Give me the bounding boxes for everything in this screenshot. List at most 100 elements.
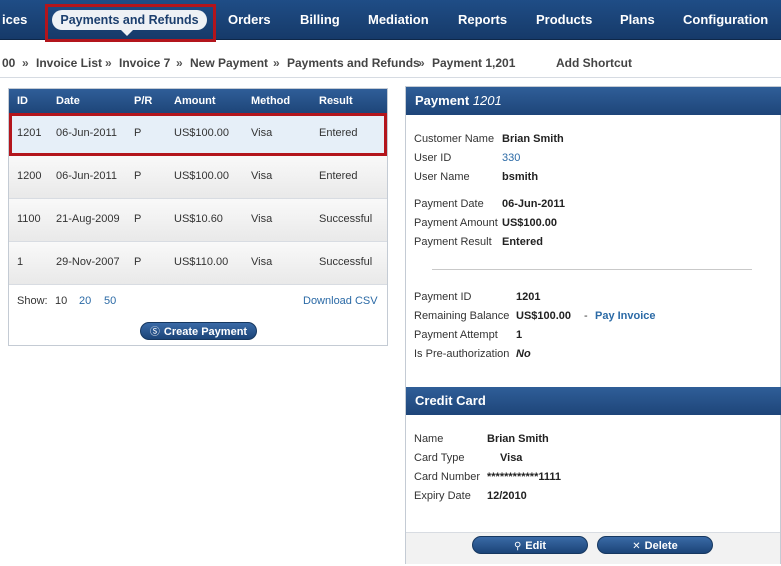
payment-attempt-row: Payment Attempt 1: [414, 329, 522, 341]
user-id-label: User ID: [414, 152, 452, 164]
card-type-value: Visa: [500, 452, 523, 464]
create-payment-button[interactable]: Ⓢ Create Payment: [140, 322, 257, 340]
breadcrumb-separator: »: [22, 56, 29, 70]
cell-amount: US$110.00: [174, 256, 229, 268]
payment-amount-row: Payment Amount US$100.00: [414, 217, 557, 229]
payment-id-value: 1201: [516, 291, 541, 303]
page-size-50[interactable]: 50: [104, 295, 116, 307]
nav-item-products[interactable]: Products: [536, 0, 592, 40]
user-name-row: User Name bsmith: [414, 171, 538, 183]
cell-method: Visa: [251, 213, 273, 225]
column-header-method[interactable]: Method: [251, 95, 290, 107]
payment-amount-value: US$100.00: [502, 217, 558, 229]
card-name-value: Brian Smith: [487, 433, 549, 445]
expiry-date-label: Expiry Date: [414, 490, 471, 502]
nav-item-billing[interactable]: Billing: [300, 0, 340, 40]
create-payment-label: Create Payment: [163, 326, 248, 338]
download-csv-link[interactable]: Download CSV: [303, 295, 378, 307]
column-header-id[interactable]: ID: [17, 95, 28, 107]
nav-item-configuration[interactable]: Configuration: [683, 0, 768, 40]
pre-authorization-label: Is Pre-authorization: [414, 348, 510, 360]
payment-date-row: Payment Date 06-Jun-2011: [414, 198, 565, 210]
nav-item-mediation[interactable]: Mediation: [368, 0, 429, 40]
payment-attempt-label: Payment Attempt: [414, 329, 498, 341]
payment-id-label: Payment ID: [414, 291, 472, 303]
section-divider: [432, 269, 752, 270]
cell-result: Entered: [319, 170, 358, 182]
expiry-date-row: Expiry Date 12/2010: [414, 490, 527, 502]
breadcrumb-item[interactable]: 00: [2, 56, 15, 70]
table-row[interactable]: 1100 21-Aug-2009 P US$10.60 Visa Success…: [9, 199, 387, 242]
user-id-row: User ID 330: [414, 152, 520, 164]
cell-result: Successful: [319, 256, 373, 268]
balance-separator: -: [584, 310, 588, 322]
cell-pr: P: [134, 170, 142, 182]
cell-amount: US$100.00: [174, 170, 230, 182]
nav-item-invoices[interactable]: ices: [2, 0, 27, 40]
payment-id-row: Payment ID 1201: [414, 291, 540, 303]
cell-pr: P: [134, 256, 142, 268]
breadcrumb-item-payments-and-refunds[interactable]: Payments and Refunds: [287, 56, 420, 70]
breadcrumb-item-new-payment[interactable]: New Payment: [190, 56, 268, 70]
edit-label: Edit: [525, 540, 547, 552]
payment-result-label: Payment Result: [414, 236, 492, 248]
expiry-date-value: 12/2010: [487, 490, 527, 502]
table-row[interactable]: 1 29-Nov-2007 P US$110.00 Visa Successfu…: [9, 242, 387, 285]
show-label: Show:: [17, 295, 48, 307]
credit-card-header: Credit Card: [406, 387, 781, 415]
magnifier-icon: ⚲: [513, 541, 522, 552]
payment-date-label: Payment Date: [414, 198, 484, 210]
payment-panel-title: Payment: [415, 93, 470, 108]
payment-panel-id: 1201: [472, 93, 502, 108]
breadcrumb-separator: »: [176, 56, 183, 70]
customer-name-row: Customer Name Brian Smith: [414, 133, 564, 145]
page-size-20[interactable]: 20: [79, 295, 91, 307]
card-name-label: Name: [414, 433, 444, 445]
card-type-row: Card Type Visa: [414, 452, 522, 464]
column-header-pr[interactable]: P/R: [134, 95, 152, 107]
table-row[interactable]: 1200 06-Jun-2011 P US$100.00 Visa Entere…: [9, 156, 387, 199]
pay-invoice-link[interactable]: Pay Invoice: [595, 310, 656, 322]
payment-details-panel: Payment 1201 Customer Name Brian Smith U…: [405, 86, 781, 564]
delete-button[interactable]: ✕ Delete: [597, 536, 713, 554]
card-name-row: Name Brian Smith: [414, 433, 549, 445]
action-bar: ⚲ Edit ✕ Delete: [406, 532, 780, 564]
remaining-balance-label: Remaining Balance: [414, 310, 510, 322]
user-name-label: User Name: [414, 171, 470, 183]
payment-date-value: 06-Jun-2011: [502, 198, 565, 210]
column-header-amount[interactable]: Amount: [174, 95, 216, 107]
nav-item-reports[interactable]: Reports: [458, 0, 507, 40]
nav-item-orders[interactable]: Orders: [228, 0, 271, 40]
breadcrumb-item-payment[interactable]: Payment 1,201: [432, 56, 515, 70]
breadcrumb-item-invoice-list[interactable]: Invoice List: [36, 56, 102, 70]
cell-pr: P: [134, 213, 142, 225]
column-header-result[interactable]: Result: [319, 95, 353, 107]
card-number-value: ************1111: [487, 471, 562, 483]
breadcrumb-item-invoice[interactable]: Invoice 7: [119, 56, 170, 70]
page-size-10[interactable]: 10: [55, 295, 67, 307]
pagination-bar: Show: 10 20 50 Download CSV: [9, 289, 387, 313]
card-type-label: Card Type: [414, 452, 465, 464]
column-header-date[interactable]: Date: [56, 95, 80, 107]
cell-result: Successful: [319, 213, 373, 225]
add-shortcut-link[interactable]: Add Shortcut: [556, 56, 632, 70]
payment-attempt-value: 1: [516, 329, 523, 341]
payment-result-row: Payment Result Entered: [414, 236, 543, 248]
remaining-balance-value: US$100.00: [516, 310, 572, 322]
breadcrumb-separator: »: [418, 56, 425, 70]
table-header: ID Date P/R Amount Method Result: [9, 89, 387, 113]
breadcrumb-separator: »: [273, 56, 280, 70]
edit-button[interactable]: ⚲ Edit: [472, 536, 588, 554]
nav-item-plans[interactable]: Plans: [620, 0, 655, 40]
breadcrumb: 00 » Invoice List » Invoice 7 » New Paym…: [0, 48, 781, 78]
customer-name-value: Brian Smith: [502, 133, 564, 145]
cell-method: Visa: [251, 170, 273, 182]
dollar-icon: Ⓢ: [149, 327, 160, 338]
delete-label: Delete: [644, 540, 678, 552]
row-highlight-box: [9, 113, 387, 156]
user-id-link[interactable]: 330: [502, 152, 520, 164]
credit-card-title: Credit Card: [415, 393, 486, 408]
card-number-row: Card Number ************1111: [414, 471, 561, 483]
cell-id: 1: [17, 256, 24, 268]
cell-amount: US$10.60: [174, 213, 223, 225]
